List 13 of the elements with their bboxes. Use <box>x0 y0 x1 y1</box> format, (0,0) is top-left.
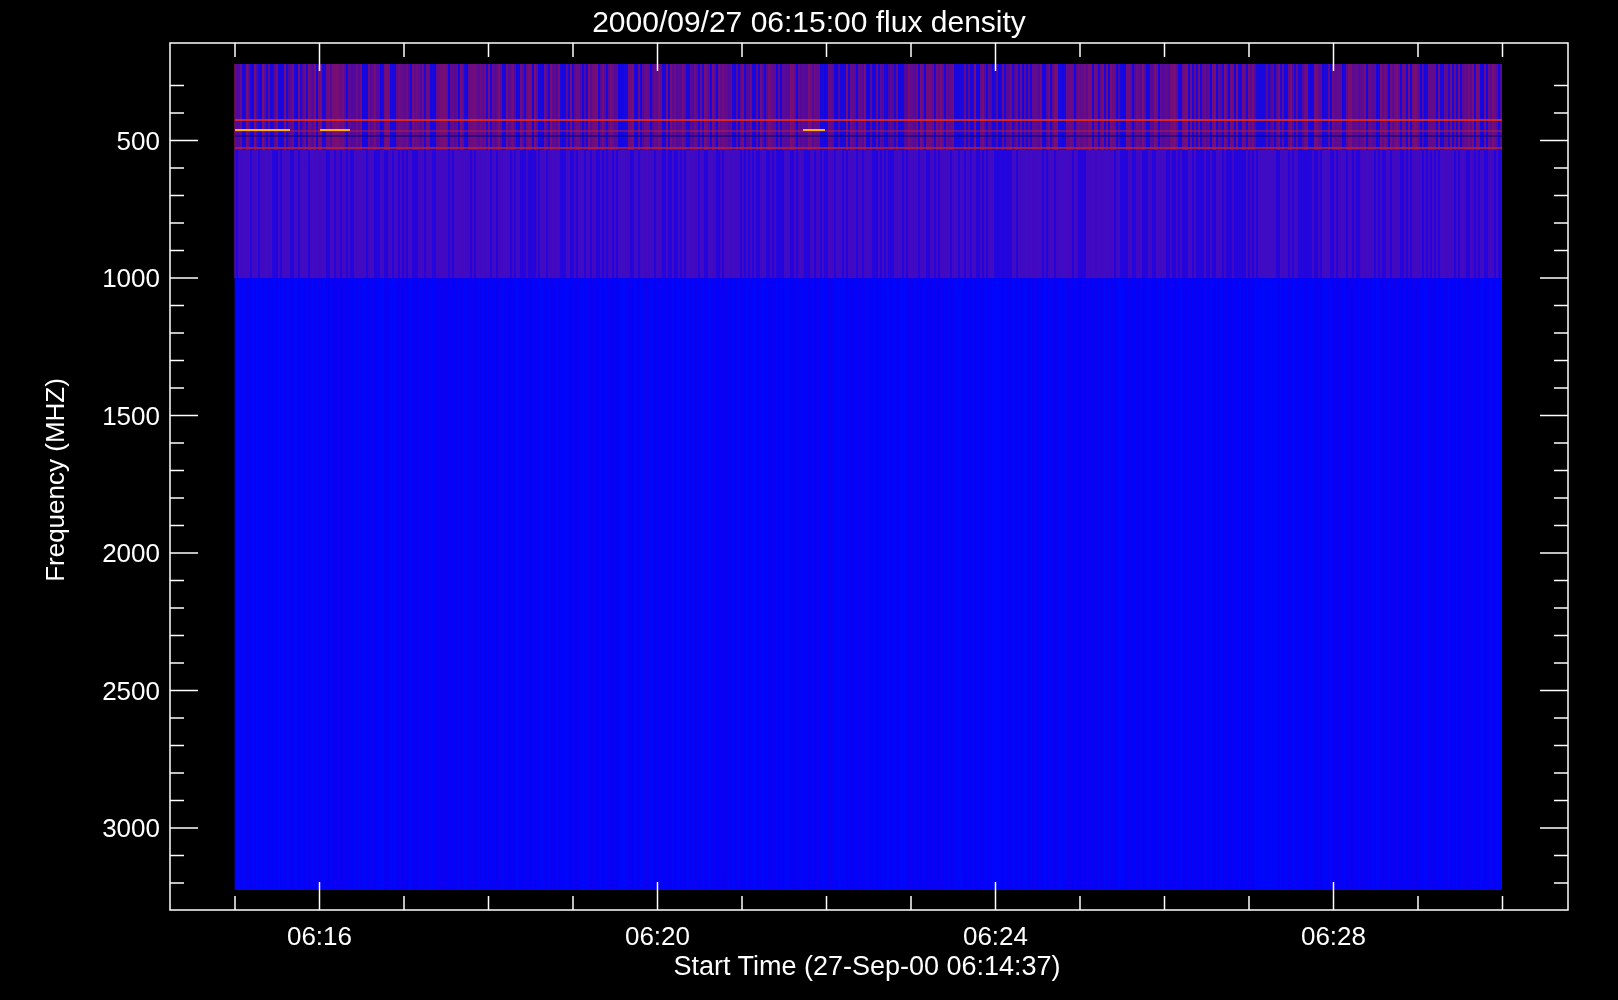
x-axis-title: Start Time (27-Sep-00 06:14:37) <box>673 951 1061 981</box>
y-axis-title: Frequency (MHZ) <box>40 378 70 582</box>
y-tick-label: 500 <box>116 125 160 156</box>
y-tick-label: 1000 <box>102 263 160 293</box>
x-tick-label: 06:16 <box>286 921 353 951</box>
y-tick-label: 2500 <box>102 675 160 706</box>
plot-title: 2000/09/27 06:15:00 flux density <box>592 5 1026 38</box>
x-tick-label: 06:28 <box>1300 921 1367 951</box>
y-tick-label: 3000 <box>102 813 160 843</box>
y-tick-label: 1500 <box>102 400 160 431</box>
x-tick-label: 06:24 <box>962 921 1029 951</box>
y-tick-label: 2000 <box>102 538 160 568</box>
x-tick-label: 06:20 <box>624 921 691 951</box>
